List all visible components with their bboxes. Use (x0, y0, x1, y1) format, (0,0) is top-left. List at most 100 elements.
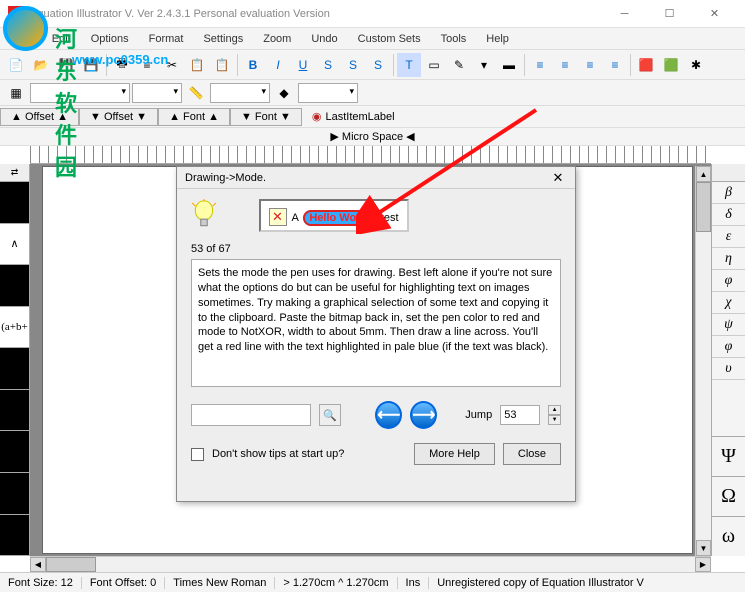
scroll-up-icon[interactable]: ▲ (696, 166, 711, 182)
greek-phi[interactable]: φ (712, 270, 745, 292)
greek-chi[interactable]: χ (712, 292, 745, 314)
greek-cap-psi[interactable]: Ψ (712, 436, 745, 476)
italic-icon[interactable]: I (266, 53, 290, 77)
scroll-thumb[interactable] (696, 182, 711, 232)
toolbar-main: 📄 📂 💾 💾 🖶 ≡ ✂ 📋 📋 B I U S S S T ▭ ✎ ▾ ▬ … (0, 50, 745, 80)
scroll-right-icon[interactable]: ▶ (695, 557, 711, 572)
offset-up-button[interactable]: ▲ Offset ▲ (0, 108, 79, 126)
palette-cell[interactable] (0, 473, 29, 515)
menu-help[interactable]: Help (476, 31, 519, 47)
floppy-icon[interactable]: 💾 (79, 53, 103, 77)
scroll-thumb[interactable] (46, 557, 96, 572)
new-icon[interactable]: 📄 (4, 53, 28, 77)
shape-combo[interactable] (298, 83, 358, 103)
palette-cell-lambda[interactable]: ∧ (0, 224, 29, 266)
window-title: Equation Illustrator V. Ver 2.4.3.1 Pers… (30, 8, 602, 20)
palette-cell[interactable] (0, 390, 29, 432)
greek-upsilon[interactable]: υ (712, 358, 745, 380)
color1-icon[interactable]: 🟥 (634, 53, 658, 77)
font-up-button[interactable]: ▲ Font ▲ (158, 108, 230, 126)
palette-cell[interactable] (0, 515, 29, 557)
print-icon[interactable]: 🖶 (110, 53, 134, 77)
prev-tip-button[interactable]: ⟵ (375, 401, 402, 429)
horizontal-ruler[interactable] (30, 146, 711, 164)
paste-icon[interactable]: 📋 (210, 53, 234, 77)
status-coords: > 1.270cm ^ 1.270cm (275, 577, 397, 589)
offset-bar: ▲ Offset ▲ ▼ Offset ▼ ▲ Font ▲ ▼ Font ▼ … (0, 106, 745, 128)
greek-eta[interactable]: η (712, 248, 745, 270)
search-input[interactable] (191, 404, 311, 426)
close-button[interactable]: ✕ (692, 0, 737, 28)
jump-label: Jump (465, 409, 492, 421)
highlight-icon[interactable]: ▭ (422, 53, 446, 77)
color2-icon[interactable]: 🟩 (659, 53, 683, 77)
style-combo[interactable] (210, 83, 270, 103)
greek-psi[interactable]: ψ (712, 314, 745, 336)
save-icon[interactable]: 💾 (54, 53, 78, 77)
menu-edit[interactable]: Edit (42, 31, 81, 47)
copy-icon[interactable]: 📋 (185, 53, 209, 77)
marker-icon[interactable]: ▬ (497, 53, 521, 77)
palette-cell[interactable] (0, 265, 29, 307)
text-icon[interactable]: T (397, 53, 421, 77)
scroll-down-icon[interactable]: ▼ (696, 540, 711, 556)
palette-cell[interactable] (0, 431, 29, 473)
bold-icon[interactable]: B (241, 53, 265, 77)
right-tab[interactable] (712, 164, 745, 182)
cut-icon[interactable]: ✂ (160, 53, 184, 77)
maximize-button[interactable]: ☐ (647, 0, 692, 28)
dropdown-icon[interactable]: ▾ (472, 53, 496, 77)
pen-icon[interactable]: ✎ (447, 53, 471, 77)
align-center-icon[interactable]: ≡ (553, 53, 577, 77)
palette-cell-ab[interactable]: (a+b+ (0, 307, 29, 349)
strike3-icon[interactable]: S (366, 53, 390, 77)
greek-delta[interactable]: δ (712, 204, 745, 226)
dialog-close-icon[interactable]: ✕ (549, 169, 567, 187)
font-family-combo[interactable] (30, 83, 130, 103)
palette-icon[interactable]: ✱ (684, 53, 708, 77)
close-dialog-button[interactable]: Close (503, 443, 561, 465)
menu-settings[interactable]: Settings (193, 31, 253, 47)
palette-cell[interactable] (0, 182, 29, 224)
vertical-scrollbar[interactable]: ▲ ▼ (695, 166, 711, 556)
menu-undo[interactable]: Undo (301, 31, 347, 47)
next-tip-button[interactable]: ⟶ (410, 401, 437, 429)
menu-zoom[interactable]: Zoom (253, 31, 301, 47)
align-left-icon[interactable]: ≡ (528, 53, 552, 77)
underline-icon[interactable]: U (291, 53, 315, 77)
menu-tools[interactable]: Tools (431, 31, 477, 47)
greek-phi2[interactable]: φ (712, 336, 745, 358)
greek-epsilon[interactable]: ε (712, 226, 745, 248)
left-tab-prev[interactable]: ⇄ (0, 164, 29, 182)
strike2-icon[interactable]: S (341, 53, 365, 77)
greek-beta[interactable]: β (712, 182, 745, 204)
search-icon[interactable]: 🔍 (319, 404, 341, 426)
lightbulb-icon (191, 199, 219, 235)
more-help-button[interactable]: More Help (414, 443, 495, 465)
jump-spinner[interactable]: ▲▼ (548, 405, 561, 425)
menu-customsets[interactable]: Custom Sets (348, 31, 431, 47)
font-size-combo[interactable] (132, 83, 182, 103)
offset-down-button[interactable]: ▼ Offset ▼ (79, 108, 158, 126)
minimize-button[interactable]: ─ (602, 0, 647, 28)
palette-cell[interactable] (0, 348, 29, 390)
micro-space-bar[interactable]: ▶ Micro Space ◀ (0, 128, 745, 146)
horizontal-scrollbar[interactable]: ◀ ▶ (30, 556, 711, 572)
ruler-icon[interactable]: 📏 (184, 81, 208, 105)
justify-icon[interactable]: ≡ (603, 53, 627, 77)
menu-options[interactable]: Options (81, 31, 139, 47)
shape-icon[interactable]: ◆ (272, 81, 296, 105)
jump-input[interactable] (500, 405, 540, 425)
strike-icon[interactable]: S (316, 53, 340, 77)
dontshow-checkbox[interactable] (191, 448, 204, 461)
greek-omega[interactable]: ω (712, 516, 745, 556)
greek-cap-omega[interactable]: Ω (712, 476, 745, 516)
menu-file[interactable]: File (4, 31, 42, 47)
bullets-icon[interactable]: ≡ (135, 53, 159, 77)
open-icon[interactable]: 📂 (29, 53, 53, 77)
layer-icon[interactable]: ▦ (4, 81, 28, 105)
menu-format[interactable]: Format (139, 31, 194, 47)
scroll-left-icon[interactable]: ◀ (30, 557, 46, 572)
font-down-button[interactable]: ▼ Font ▼ (230, 108, 302, 126)
align-right-icon[interactable]: ≡ (578, 53, 602, 77)
